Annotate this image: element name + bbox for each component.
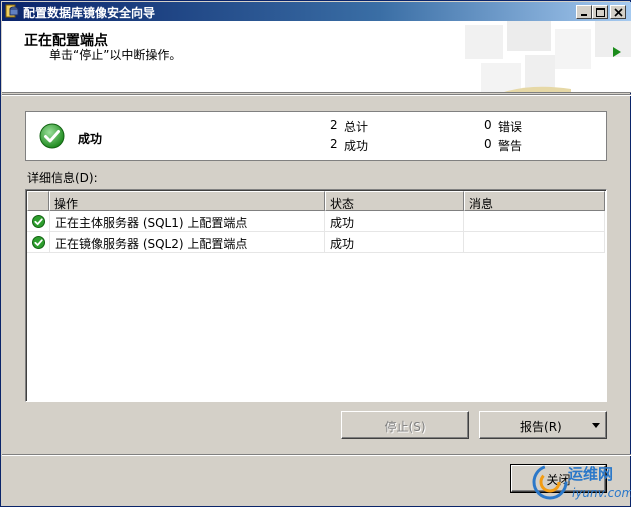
header-separator: [2, 94, 631, 96]
details-grid[interactable]: 操作 状态 消息 正在主体服务器 (SQL1) 上配置端点 成功 正在镜像服务器…: [25, 189, 607, 402]
row-status: 成功: [325, 232, 464, 253]
page-subtitle: 单击“停止”以中断操作。: [49, 48, 182, 62]
success-check-icon: [39, 123, 65, 152]
report-button-key: (R): [544, 420, 562, 434]
window-title: 配置数据库镜像安全向导: [23, 6, 156, 20]
database-app-icon: [5, 4, 19, 18]
stop-button-label: 停止: [384, 420, 409, 434]
row-action: 正在主体服务器 (SQL1) 上配置端点: [49, 211, 325, 232]
error-count: 0: [484, 118, 492, 132]
column-header-status[interactable]: 状态: [325, 191, 464, 211]
header-icon-column[interactable]: [27, 191, 49, 211]
success-check-icon: [32, 215, 45, 231]
column-header-action[interactable]: 操作: [49, 191, 325, 211]
warning-count: 0: [484, 137, 492, 151]
maximize-button[interactable]: [592, 5, 608, 19]
row-status: 成功: [325, 211, 464, 232]
total-label: 总计: [344, 120, 369, 134]
details-label: 详细信息(D):: [27, 171, 98, 185]
wizard-window: 配置数据库镜像安全向导 正在配置端点 单击“停止”以中断操作。 成功 2 总计 …: [0, 0, 631, 507]
report-dropdown-button[interactable]: 报告(R): [479, 411, 607, 439]
title-bar[interactable]: 配置数据库镜像安全向导: [2, 2, 631, 21]
summary-panel: 成功 2 总计 2 成功 0 错误 0 警告: [25, 111, 607, 161]
total-count: 2: [330, 118, 338, 132]
close-button-label: 关闭: [546, 473, 571, 487]
success-count: 2: [330, 137, 338, 151]
grid-header: 操作 状态 消息: [27, 191, 605, 211]
success-check-icon: [32, 236, 45, 252]
stop-button-key: (S): [408, 420, 426, 434]
report-button-label: 报告: [520, 420, 545, 434]
row-action: 正在镜像服务器 (SQL2) 上配置端点: [49, 232, 325, 253]
success-label: 成功: [344, 139, 369, 153]
minimize-button[interactable]: [576, 5, 592, 19]
wizard-header: 正在配置端点 单击“停止”以中断操作。: [2, 21, 631, 93]
footer-separator: [2, 454, 631, 456]
dropdown-arrow-icon[interactable]: [592, 423, 600, 428]
column-header-message[interactable]: 消息: [464, 191, 605, 211]
stop-button[interactable]: 停止(S): [341, 411, 469, 439]
row-message: [464, 211, 605, 232]
overall-status: 成功: [78, 132, 103, 146]
table-row[interactable]: 正在镜像服务器 (SQL2) 上配置端点 成功: [27, 232, 605, 253]
header-decoration-graphic: [461, 21, 631, 92]
next-arrow-icon: [613, 47, 621, 57]
error-label: 错误: [498, 120, 523, 134]
close-button[interactable]: 关闭: [510, 464, 607, 493]
close-window-button[interactable]: [610, 5, 626, 19]
warning-label: 警告: [498, 139, 523, 153]
row-message: [464, 232, 605, 253]
table-row[interactable]: 正在主体服务器 (SQL1) 上配置端点 成功: [27, 211, 605, 232]
